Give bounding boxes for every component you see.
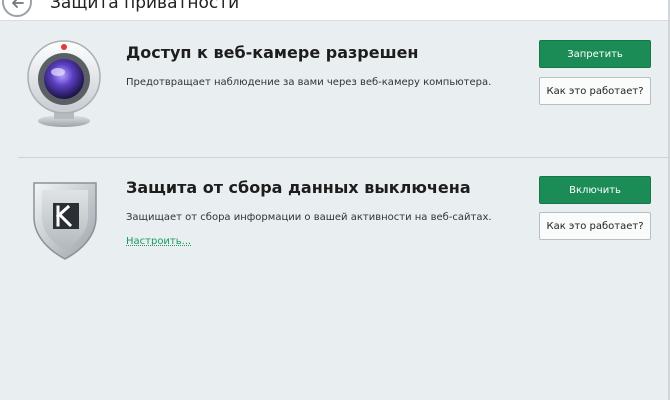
kaspersky-shield-icon	[22, 175, 108, 265]
tracking-description: Защищает от сбора информации о вашей акт…	[126, 212, 492, 223]
tracking-section: Защита от сбора данных выключена Защищае…	[0, 158, 668, 288]
webcam-how-it-works-button[interactable]: Как это работает?	[539, 77, 651, 105]
enable-tracking-protection-button[interactable]: Включить	[539, 176, 651, 204]
webcam-description: Предотвращает наблюдение за вами через в…	[126, 77, 492, 88]
webcam-status-title: Доступ к веб-камере разрешен	[126, 43, 419, 62]
tracking-how-it-works-button[interactable]: Как это работает?	[539, 212, 651, 240]
webcam-section: Доступ к веб-камере разрешен Предотвраща…	[0, 21, 668, 157]
webcam-icon	[22, 39, 108, 129]
tracking-status-title: Защита от сбора данных выключена	[126, 178, 471, 197]
back-arrow-icon	[12, 0, 24, 8]
configure-link[interactable]: Настроить...	[126, 236, 191, 247]
window-title: Защита приватности	[50, 0, 240, 13]
privacy-protection-window: Защита приватности Доступ к веб-камере р…	[0, 0, 670, 400]
back-button[interactable]	[2, 0, 32, 17]
block-webcam-button[interactable]: Запретить	[539, 40, 651, 68]
title-bar: Защита приватности	[0, 0, 670, 21]
